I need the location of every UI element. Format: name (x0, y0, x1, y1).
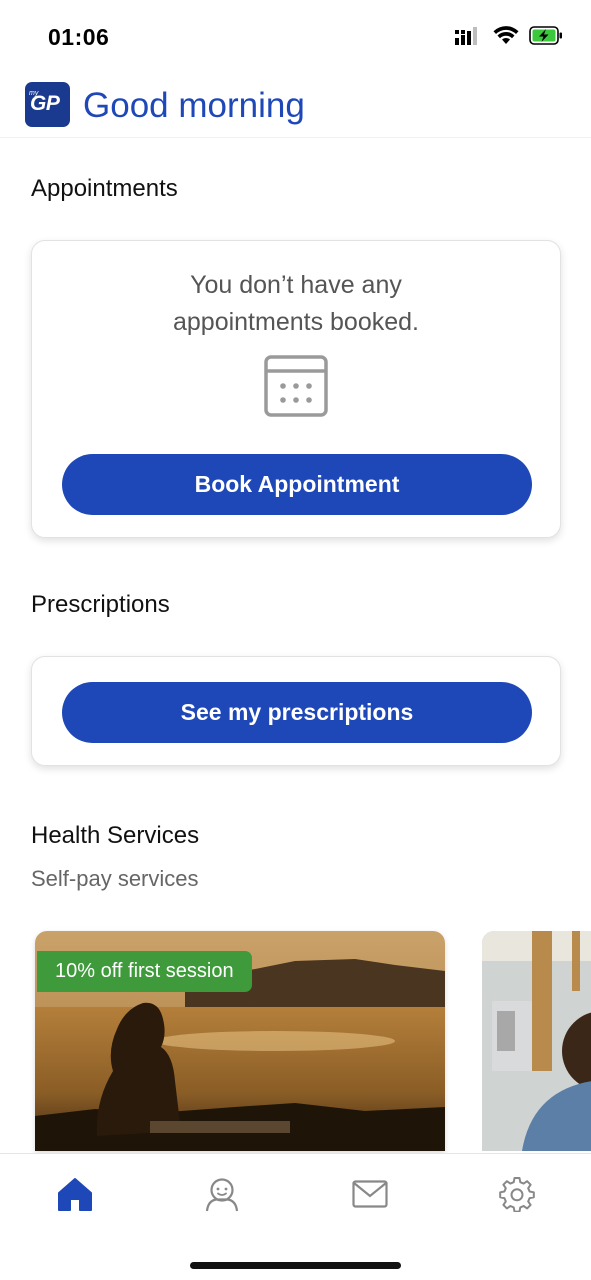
app-logo: my GP (25, 82, 70, 127)
tab-settings[interactable] (497, 1176, 537, 1216)
wifi-icon (493, 26, 519, 50)
discount-badge: 10% off first session (37, 951, 252, 992)
app-header: my GP Good morning (0, 72, 591, 138)
health-services-title: Health Services (31, 822, 200, 849)
service-card[interactable] (482, 931, 591, 1151)
logo-text: GP (30, 92, 60, 115)
prescriptions-title: Prescriptions (31, 591, 170, 618)
tab-bar (0, 1153, 591, 1280)
home-indicator (190, 1262, 401, 1269)
calendar-icon (264, 355, 328, 422)
book-appointment-button[interactable]: Book Appointment (62, 454, 532, 515)
gear-icon (499, 1176, 535, 1217)
tab-messages[interactable] (350, 1176, 390, 1216)
service-image (482, 931, 591, 1151)
battery-charging-icon (529, 26, 563, 50)
see-prescriptions-button[interactable]: See my prescriptions (62, 682, 532, 743)
prescriptions-card: See my prescriptions (31, 656, 561, 766)
status-icons (455, 26, 563, 50)
profile-icon (204, 1176, 240, 1217)
status-bar: 01:06 (0, 0, 591, 72)
tab-home[interactable] (55, 1176, 95, 1216)
status-time: 01:06 (48, 24, 110, 50)
cellular-icon (455, 26, 483, 50)
home-icon (57, 1177, 93, 1216)
greeting-title: Good morning (83, 86, 305, 125)
service-card[interactable]: 10% off first session (35, 931, 445, 1151)
appointments-card: You don’t have any appointments booked. … (31, 240, 561, 538)
health-services-subtitle: Self-pay services (31, 866, 199, 891)
mail-icon (352, 1179, 388, 1213)
appointments-title: Appointments (31, 175, 178, 202)
tab-profile[interactable] (202, 1176, 242, 1216)
appointments-empty-message: You don’t have any appointments booked. (172, 271, 419, 336)
